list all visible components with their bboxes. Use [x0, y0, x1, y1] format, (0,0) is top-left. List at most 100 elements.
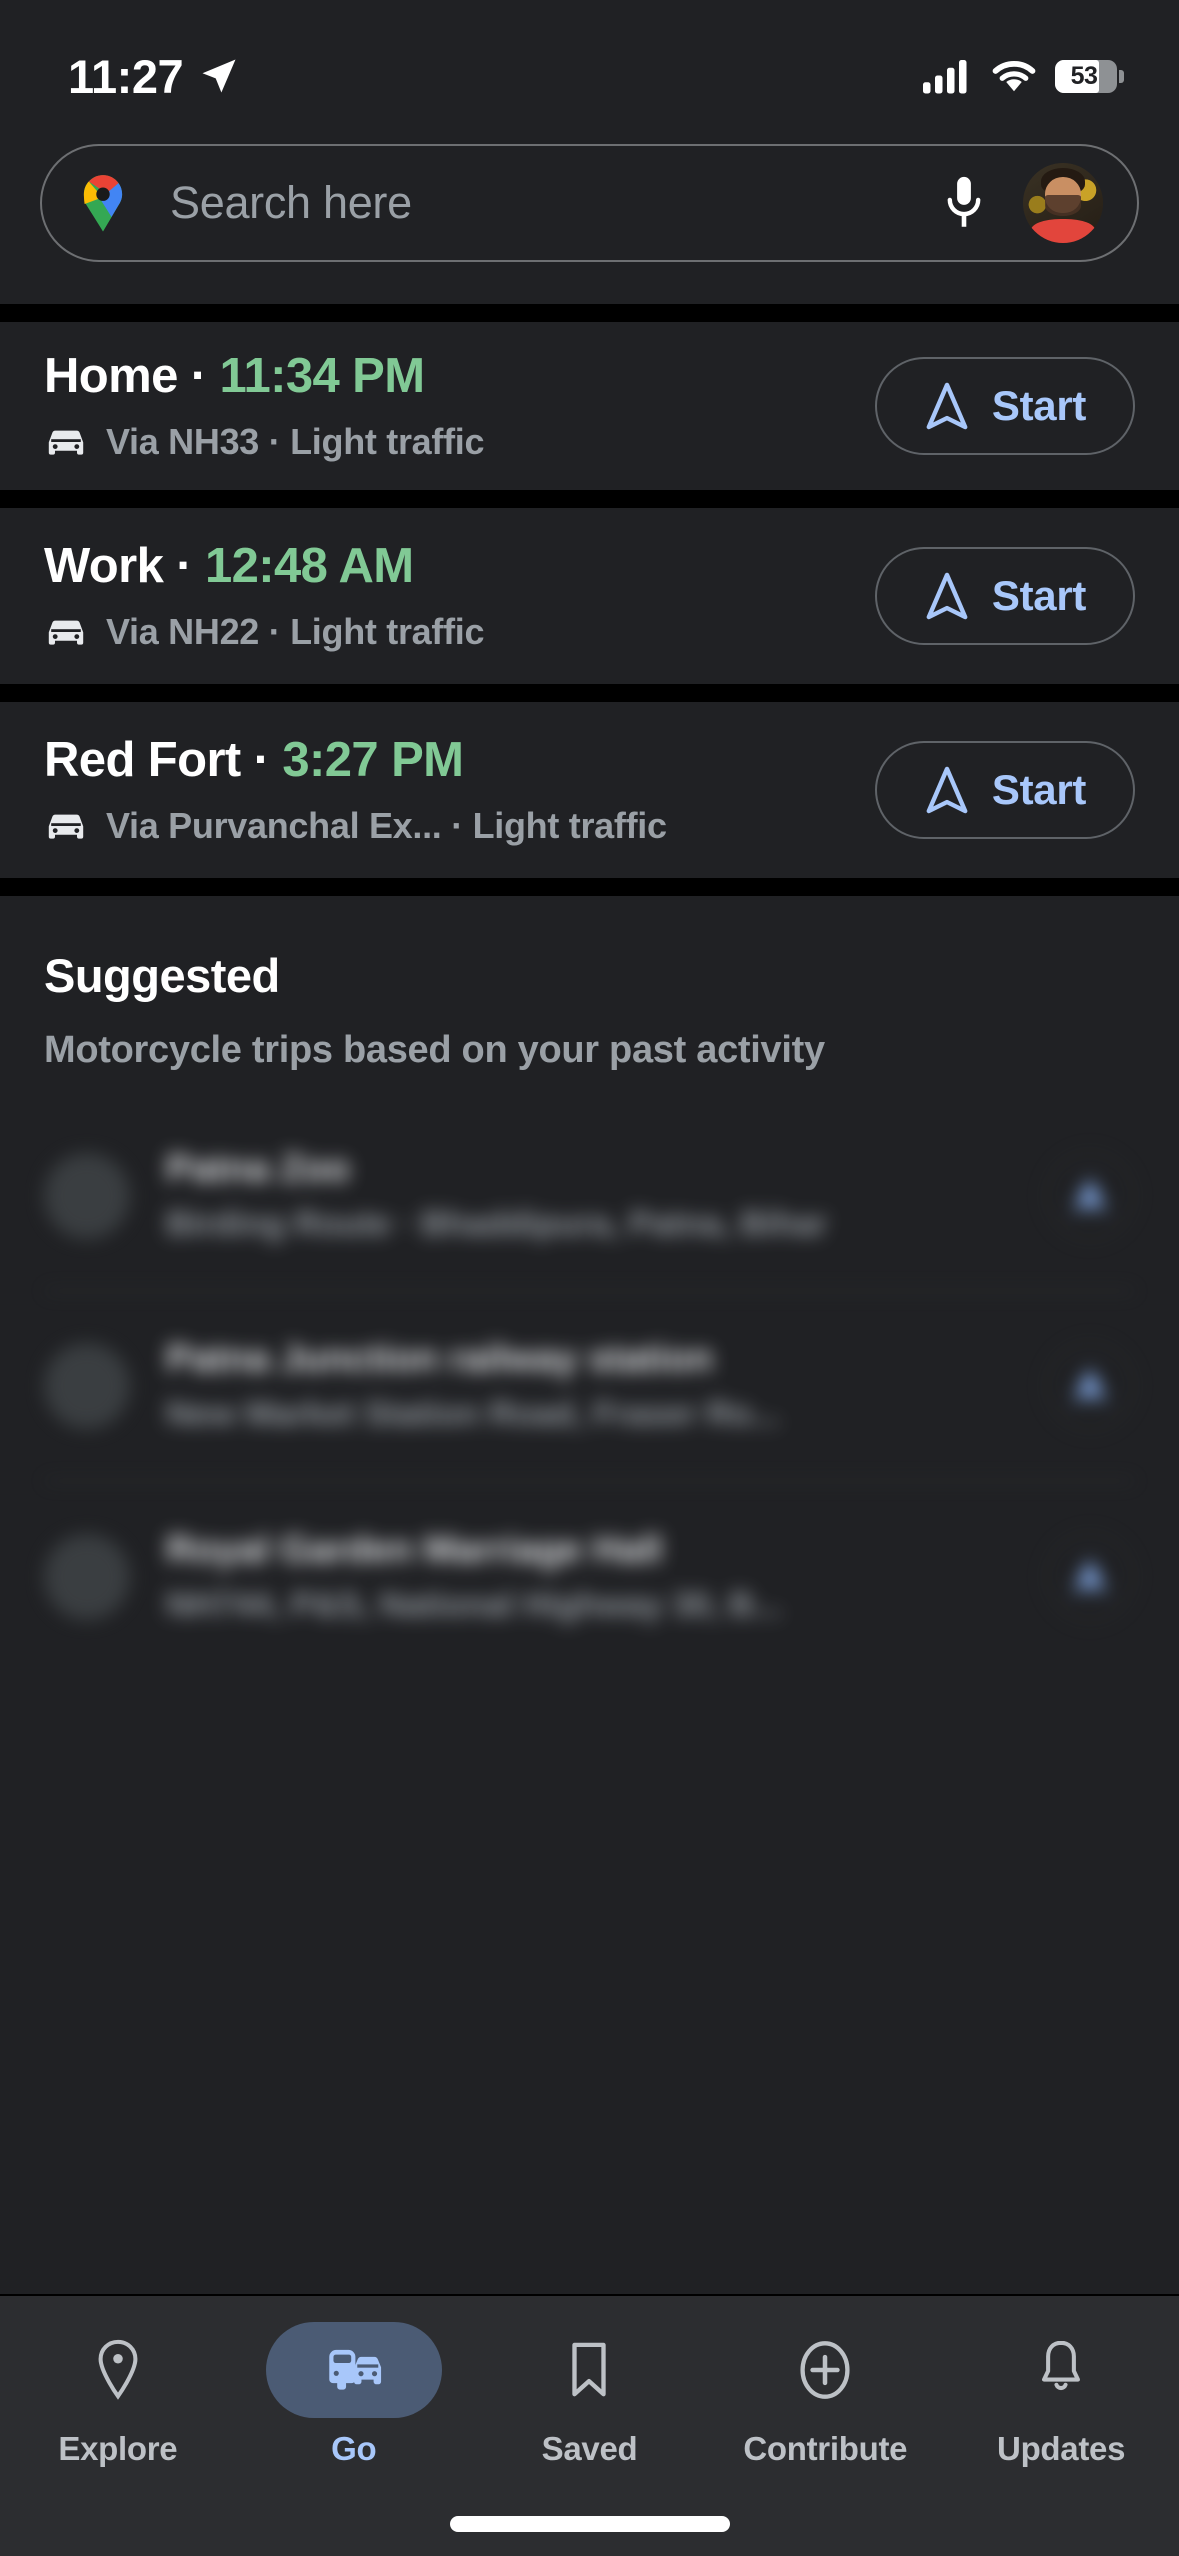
- navigation-arrow-icon: [926, 382, 968, 430]
- title-separator: ·: [176, 539, 192, 594]
- destination-info: Red Fort · 3:27 PM Via Purvanchal Ex... …: [44, 733, 851, 847]
- nav-pill-saved: [501, 2322, 677, 2418]
- car-icon: [48, 620, 84, 645]
- plus-circle-icon: [800, 2341, 850, 2399]
- app-screen: 11:27 53 Search here Home · 11:34 PM Via…: [0, 0, 1179, 2556]
- list-item[interactable]: Patna Zoo Birding Route · Bhaddipura, Pa…: [44, 1102, 1135, 1292]
- destination-eta: 3:27 PM: [282, 733, 464, 788]
- destination-card-home[interactable]: Home · 11:34 PM Via NH33 · Light traffic…: [0, 322, 1179, 490]
- nav-label: Contribute: [743, 2430, 908, 2467]
- cellular-signal-icon: [923, 60, 967, 94]
- destination-eta: 11:34 PM: [219, 349, 426, 404]
- status-bar-right: 53: [923, 57, 1124, 95]
- list-item[interactable]: Royal Garden Marriage Hall NH744, P&S, N…: [44, 1482, 1135, 1672]
- nav-label: Explore: [58, 2430, 178, 2467]
- spacer-below-search: [0, 262, 1179, 304]
- nav-item-explore[interactable]: Explore: [0, 2322, 236, 2468]
- destination-card-red-fort[interactable]: Red Fort · 3:27 PM Via Purvanchal Ex... …: [0, 702, 1179, 878]
- location-arrow-icon: [202, 59, 236, 93]
- directions-icon[interactable]: [1045, 1341, 1135, 1431]
- start-button-home[interactable]: Start: [875, 357, 1135, 455]
- divider-3: [0, 878, 1179, 896]
- directions-glyph-icon: [1073, 1558, 1107, 1594]
- google-maps-pin-icon: [83, 175, 123, 232]
- suggested-header: Suggested Motorcycle trips based on your…: [0, 896, 1179, 1072]
- map-pin-icon: [98, 2339, 138, 2400]
- title-separator: ·: [253, 733, 270, 788]
- home-indicator: [449, 2516, 730, 2532]
- car-icon: [48, 430, 84, 455]
- destination-title-line: Work · 12:48 AM: [44, 539, 851, 594]
- divider-2: [0, 684, 1179, 702]
- place-text: Patna Zoo Birding Route · Bhaddipura, Pa…: [166, 1148, 1009, 1244]
- nav-item-go[interactable]: Go: [236, 2322, 472, 2468]
- navigation-arrow-icon: [926, 766, 968, 814]
- destination-card-work[interactable]: Work · 12:48 AM Via NH22 · Light traffic…: [0, 508, 1179, 684]
- nav-pill-updates: [973, 2322, 1149, 2418]
- suggested-title: Suggested: [44, 949, 280, 1002]
- divider-1: [0, 490, 1179, 508]
- start-button-work[interactable]: Start: [875, 547, 1135, 645]
- search-input-placeholder[interactable]: Search here: [170, 177, 941, 229]
- suggested-list: Patna Zoo Birding Route · Bhaddipura, Pa…: [0, 1102, 1179, 1672]
- start-label: Start: [991, 572, 1087, 619]
- nav-pill-go: [265, 2322, 442, 2418]
- suggested-subtitle: Motorcycle trips based on your past acti…: [44, 1029, 825, 1071]
- destination-info: Work · 12:48 AM Via NH22 · Light traffic: [44, 539, 851, 653]
- avatar-beard: [1044, 195, 1082, 216]
- nav-item-contribute[interactable]: Contribute: [707, 2322, 943, 2468]
- avatar-shirt: [1031, 219, 1095, 243]
- destination-name: Red Fort: [44, 733, 241, 788]
- place-text: Patna Junction railway station New Marke…: [166, 1338, 1009, 1434]
- avatar[interactable]: [1023, 163, 1103, 243]
- place-address: New Market Station Road, Fraser Ro...: [166, 1395, 781, 1433]
- search-bar[interactable]: Search here: [40, 144, 1139, 262]
- search-section: Search here: [0, 118, 1179, 262]
- microphone-icon[interactable]: [941, 174, 987, 232]
- car-icon: [48, 814, 84, 839]
- list-item[interactable]: Patna Junction railway station New Marke…: [44, 1292, 1135, 1482]
- destination-via: Via Purvanchal Ex... · Light traffic: [106, 804, 667, 846]
- destination-name: Work: [44, 539, 164, 594]
- title-separator: ·: [190, 349, 207, 404]
- start-label: Start: [991, 382, 1087, 429]
- directions-glyph-icon: [1073, 1367, 1107, 1403]
- place-name: Patna Zoo: [166, 1148, 350, 1190]
- status-time: 11:27: [68, 49, 184, 103]
- nav-item-updates[interactable]: Updates: [943, 2322, 1179, 2468]
- wifi-icon: [992, 60, 1036, 92]
- destination-subtitle: Via NH33 · Light traffic: [44, 421, 851, 463]
- destination-title-line: Red Fort · 3:27 PM: [44, 733, 851, 788]
- place-thumbnail: [44, 1343, 130, 1429]
- start-button-red-fort[interactable]: Start: [875, 741, 1135, 839]
- nav-label: Updates: [997, 2430, 1126, 2467]
- status-bar: 11:27 53: [0, 0, 1179, 118]
- start-label: Start: [991, 766, 1087, 813]
- battery-cap: [1119, 69, 1124, 83]
- directions-icon[interactable]: [1045, 1151, 1135, 1241]
- commute-car-icon: [328, 2349, 381, 2390]
- bookmark-icon: [572, 2342, 607, 2397]
- bottom-navigation: Explore Go Saved Contribute Updates: [0, 2294, 1179, 2556]
- bell-icon: [1042, 2340, 1081, 2391]
- destination-info: Home · 11:34 PM Via NH33 · Light traffic: [44, 349, 851, 463]
- place-text: Royal Garden Marriage Hall NH744, P&S, N…: [166, 1529, 1009, 1625]
- place-address: Birding Route · Bhaddipura, Patna, Bihar: [166, 1205, 828, 1243]
- destination-subtitle: Via Purvanchal Ex... · Light traffic: [44, 805, 851, 847]
- nav-pill-contribute: [737, 2322, 913, 2418]
- nav-item-saved[interactable]: Saved: [472, 2322, 708, 2468]
- nav-label: Saved: [541, 2430, 638, 2467]
- destination-via: Via NH33 · Light traffic: [106, 420, 485, 462]
- status-bar-left: 11:27: [68, 49, 241, 104]
- nav-pill-explore: [30, 2322, 206, 2418]
- divider-top: [0, 304, 1179, 322]
- destination-via: Via NH22 · Light traffic: [106, 610, 485, 652]
- navigation-arrow-icon: [926, 572, 968, 620]
- destination-eta: 12:48 AM: [204, 539, 414, 594]
- place-thumbnail: [44, 1153, 130, 1239]
- place-address: NH744, P&S, National Highway 30, B...: [166, 1586, 782, 1624]
- place-name: Patna Junction railway station: [166, 1338, 713, 1380]
- directions-icon[interactable]: [1045, 1532, 1135, 1622]
- place-thumbnail: [44, 1534, 130, 1620]
- destination-title-line: Home · 11:34 PM: [44, 349, 851, 404]
